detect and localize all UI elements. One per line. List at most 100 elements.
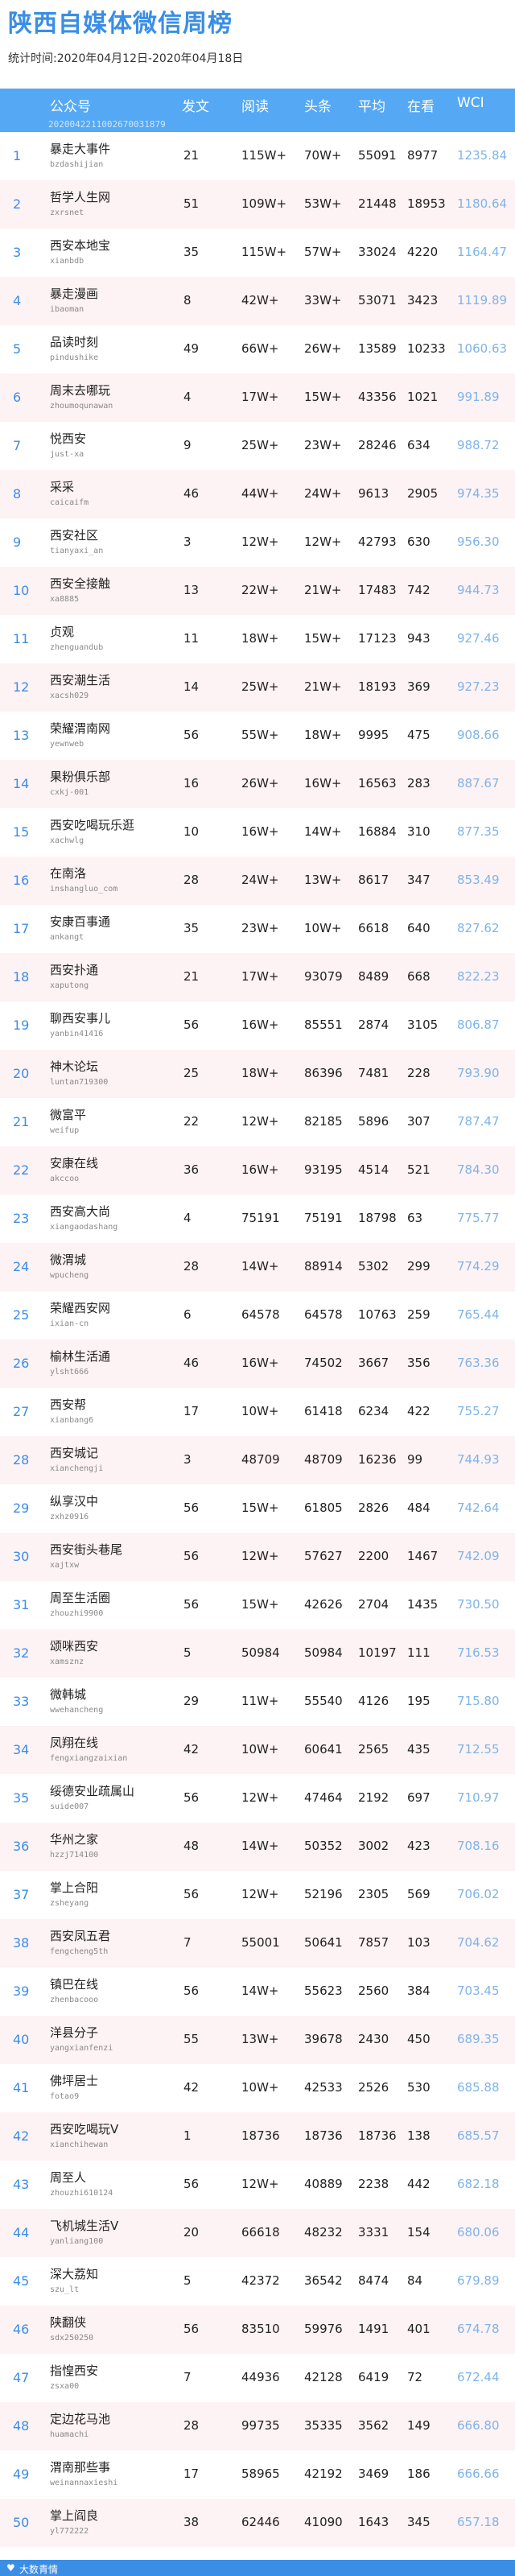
table-row[interactable]: 12 西安潮生活 xacsh029 14 25W+ 21W+ 18193 369 927.23: [0, 663, 515, 712]
account-name[interactable]: 微富平: [50, 1106, 86, 1123]
account-name[interactable]: 西安凤五君: [50, 1927, 110, 1944]
table-row[interactable]: 23 西安高大尚 xiangaodashang 4 75191 75191 18798 63 7…: [0, 1195, 515, 1243]
table-row[interactable]: 14 果粉俱乐部 cxkj-001 16 26W+ 16W+ 16563 283 887.67: [0, 760, 515, 808]
col-reads[interactable]: 阅读: [241, 95, 269, 115]
account-name[interactable]: 西安帮: [50, 1396, 86, 1413]
account-name[interactable]: 采采: [50, 478, 74, 495]
table-row[interactable]: 22 安康在线 akccoo 36 16W+ 93195 4514 521 784.30: [0, 1146, 515, 1195]
account-name[interactable]: 西安扑通: [50, 961, 98, 978]
account-name[interactable]: 西安城记: [50, 1444, 98, 1461]
table-row[interactable]: 6 周末去哪玩 zhoumoqunawan 4 17W+ 15W+ 43356 1021 991…: [0, 374, 515, 422]
account-name[interactable]: 华州之家: [50, 1831, 98, 1847]
col-wci[interactable]: WCI: [457, 95, 484, 111]
table-row[interactable]: 8 采采 caicaifm 46 44W+ 24W+ 9613 2905 974.35: [0, 470, 515, 518]
col-posts[interactable]: 发文: [182, 95, 209, 115]
table-row[interactable]: 28 西安城记 xianchengji 3 48709 48709 16236 99 744.9…: [0, 1436, 515, 1484]
account-name[interactable]: 定边花马池: [50, 2410, 110, 2427]
table-row[interactable]: 39 镇巴在线 zhenbacooo 56 14W+ 55623 2560 384 703.45: [0, 1967, 515, 2016]
col-watching[interactable]: 在看: [407, 95, 435, 115]
account-name[interactable]: 陕翻侠: [50, 2314, 86, 2330]
account-name[interactable]: 微渭城: [50, 1251, 86, 1268]
table-row[interactable]: 31 周至生活圈 zhouzhi9900 56 15W+ 42626 2704 1435 730…: [0, 1581, 515, 1629]
col-account[interactable]: 公众号: [50, 95, 91, 115]
account-name[interactable]: 荣耀渭南网: [50, 720, 110, 737]
table-row[interactable]: 35 绥德安业疏属山 suide007 56 12W+ 47464 2192 697 710.9…: [0, 1774, 515, 1823]
table-row[interactable]: 49 渭南那些事 weinannaxieshi 17 58965 42192 3469 186…: [0, 2450, 515, 2499]
account-name[interactable]: 在南洛: [50, 865, 86, 881]
account-name[interactable]: 西安潮生活: [50, 671, 110, 688]
table-row[interactable]: 11 贞观 zhenguandub 11 18W+ 15W+ 17123 943 927.46: [0, 615, 515, 663]
table-row[interactable]: 4 暴走漫画 ibaoman 8 42W+ 33W+ 53071 3423 1119.89: [0, 277, 515, 325]
table-row[interactable]: 3 西安本地宝 xianbdb 35 115W+ 57W+ 33024 4220 1164.47: [0, 229, 515, 277]
table-row[interactable]: 36 华州之家 hzzj714100 48 14W+ 50352 3002 423 708.16: [0, 1823, 515, 1871]
table-row[interactable]: 5 品读时刻 pindushike 49 66W+ 26W+ 13589 10233 1060.…: [0, 325, 515, 374]
table-row[interactable]: 44 飞机城生活V yanliang100 20 66618 48232 3331 154 68…: [0, 2209, 515, 2257]
account-name[interactable]: 西安高大尚: [50, 1203, 110, 1220]
account-name[interactable]: 周末去哪玩: [50, 382, 110, 398]
account-name[interactable]: 西安全接触: [50, 575, 110, 592]
account-name[interactable]: 西安街头巷尾: [50, 1541, 122, 1558]
table-row[interactable]: 43 周至人 zhouzhi610124 56 12W+ 40889 2238 442 682.…: [0, 2161, 515, 2209]
account-name[interactable]: 西安吃喝玩乐逛: [50, 816, 134, 833]
table-row[interactable]: 19 聊西安事儿 yanbin41416 56 16W+ 85551 2874 3105 806…: [0, 1001, 515, 1050]
account-name[interactable]: 果粉俱乐部: [50, 768, 110, 785]
account-name[interactable]: 暴走大事件: [50, 140, 110, 157]
account-name[interactable]: 西安本地宝: [50, 237, 110, 254]
table-row[interactable]: 29 纵享汉中 zxhz0916 56 15W+ 61805 2826 484 742.64: [0, 1484, 515, 1533]
table-row[interactable]: 47 指惶西安 zsxa00 7 44936 42128 6419 72 672.44: [0, 2354, 515, 2402]
table-row[interactable]: 25 荣耀西安网 ixian-cn 6 64578 64578 10763 259 765.44: [0, 1291, 515, 1340]
account-name[interactable]: 掌上阎良: [50, 2507, 98, 2524]
account-name[interactable]: 颂咪西安: [50, 1637, 98, 1654]
account-name[interactable]: 聊西安事儿: [50, 1009, 110, 1026]
account-name[interactable]: 掌上合阳: [50, 1879, 98, 1896]
table-row[interactable]: 50 掌上阎良 yl772222 38 62446 41090 1643 345 657.18: [0, 2499, 515, 2547]
account-name[interactable]: 悦西安: [50, 430, 86, 447]
account-name[interactable]: 荣耀西安网: [50, 1299, 110, 1316]
table-row[interactable]: 46 陕翻侠 sdx250250 56 83510 59976 1491 401 674.78: [0, 2306, 515, 2354]
table-row[interactable]: 20 神木论坛 luntan719300 25 18W+ 86396 7481 228 793.…: [0, 1050, 515, 1098]
account-name[interactable]: 西安吃喝玩V: [50, 2120, 118, 2137]
account-name[interactable]: 榆林生活通: [50, 1348, 110, 1364]
account-name[interactable]: 深大荔知: [50, 2265, 98, 2282]
table-row[interactable]: 27 西安帮 xianbang6 17 10W+ 61418 6234 422 755.27: [0, 1388, 515, 1436]
account-name[interactable]: 渭南那些事: [50, 2458, 110, 2475]
table-row[interactable]: 38 西安凤五君 fengcheng5th 7 55001 50641 7857 103 704…: [0, 1919, 515, 1967]
table-row[interactable]: 40 洋县分子 yangxianfenzi 55 13W+ 39678 2430 450 689…: [0, 2016, 515, 2064]
account-name[interactable]: 西安社区: [50, 526, 98, 543]
table-row[interactable]: 2 哲学人生网 zxrsnet 51 109W+ 53W+ 21448 18953 1180.6…: [0, 180, 515, 229]
account-name[interactable]: 周至人: [50, 2169, 86, 2186]
account-name[interactable]: 神木论坛: [50, 1058, 98, 1075]
table-row[interactable]: 26 榆林生活通 ylsht666 46 16W+ 74502 3667 356 763.36: [0, 1340, 515, 1388]
table-row[interactable]: 21 微富平 weifup 22 12W+ 82185 5896 307 787.47: [0, 1098, 515, 1146]
table-row[interactable]: 41 佛坪居士 fotao9 42 10W+ 42533 2526 530 685.88: [0, 2064, 515, 2112]
table-row[interactable]: 16 在南洛 inshangluo_com 28 24W+ 13W+ 8617 347 853.…: [0, 857, 515, 905]
table-row[interactable]: 32 颂咪西安 xamsznz 5 50984 50984 10197 111 716.53: [0, 1629, 515, 1678]
table-row[interactable]: 34 凤翔在线 fengxiangzaixian 42 10W+ 60641 2565 435…: [0, 1726, 515, 1774]
table-row[interactable]: 24 微渭城 wpucheng 28 14W+ 88914 5302 299 774.29: [0, 1243, 515, 1291]
account-name[interactable]: 佛坪居士: [50, 2072, 98, 2089]
table-row[interactable]: 37 掌上合阳 zsheyang 56 12W+ 52196 2305 569 706.02: [0, 1871, 515, 1919]
account-name[interactable]: 微韩城: [50, 1686, 86, 1703]
table-row[interactable]: 30 西安街头巷尾 xajtxw 56 12W+ 57627 2200 1467 742.09: [0, 1533, 515, 1581]
account-name[interactable]: 洋县分子: [50, 2024, 98, 2041]
table-row[interactable]: 1 暴走大事件 bzdashijian 21 115W+ 70W+ 55091 8977 123…: [0, 132, 515, 180]
table-row[interactable]: 45 深大荔知 szu_lt 5 42372 36542 8474 84 679.89: [0, 2257, 515, 2306]
account-name[interactable]: 暴走漫画: [50, 285, 98, 302]
account-name[interactable]: 镇巴在线: [50, 1975, 98, 1992]
account-name[interactable]: 凤翔在线: [50, 1734, 98, 1751]
account-name[interactable]: 指惶西安: [50, 2362, 98, 2379]
account-name[interactable]: 哲学人生网: [50, 188, 110, 205]
table-row[interactable]: 48 定边花马池 huamachi 28 99735 35335 3562 149 666.80: [0, 2402, 515, 2450]
account-name[interactable]: 品读时刻: [50, 333, 98, 350]
col-headline[interactable]: 头条: [304, 95, 332, 115]
account-name[interactable]: 安康在线: [50, 1154, 98, 1171]
table-row[interactable]: 13 荣耀渭南网 yewnweb 56 55W+ 18W+ 9995 475 908.66: [0, 712, 515, 760]
table-row[interactable]: 33 微韩城 wwehancheng 29 11W+ 55540 4126 195 715.80: [0, 1678, 515, 1726]
account-name[interactable]: 绥德安业疏属山: [50, 1782, 134, 1799]
col-average[interactable]: 平均: [358, 95, 385, 115]
account-name[interactable]: 周至生活圈: [50, 1589, 110, 1606]
account-name[interactable]: 安康百事通: [50, 913, 110, 930]
table-row[interactable]: 18 西安扑通 xaputong 21 17W+ 93079 8489 668 822.23: [0, 953, 515, 1001]
account-name[interactable]: 飞机城生活V: [50, 2217, 118, 2234]
account-name[interactable]: 贞观: [50, 623, 74, 640]
